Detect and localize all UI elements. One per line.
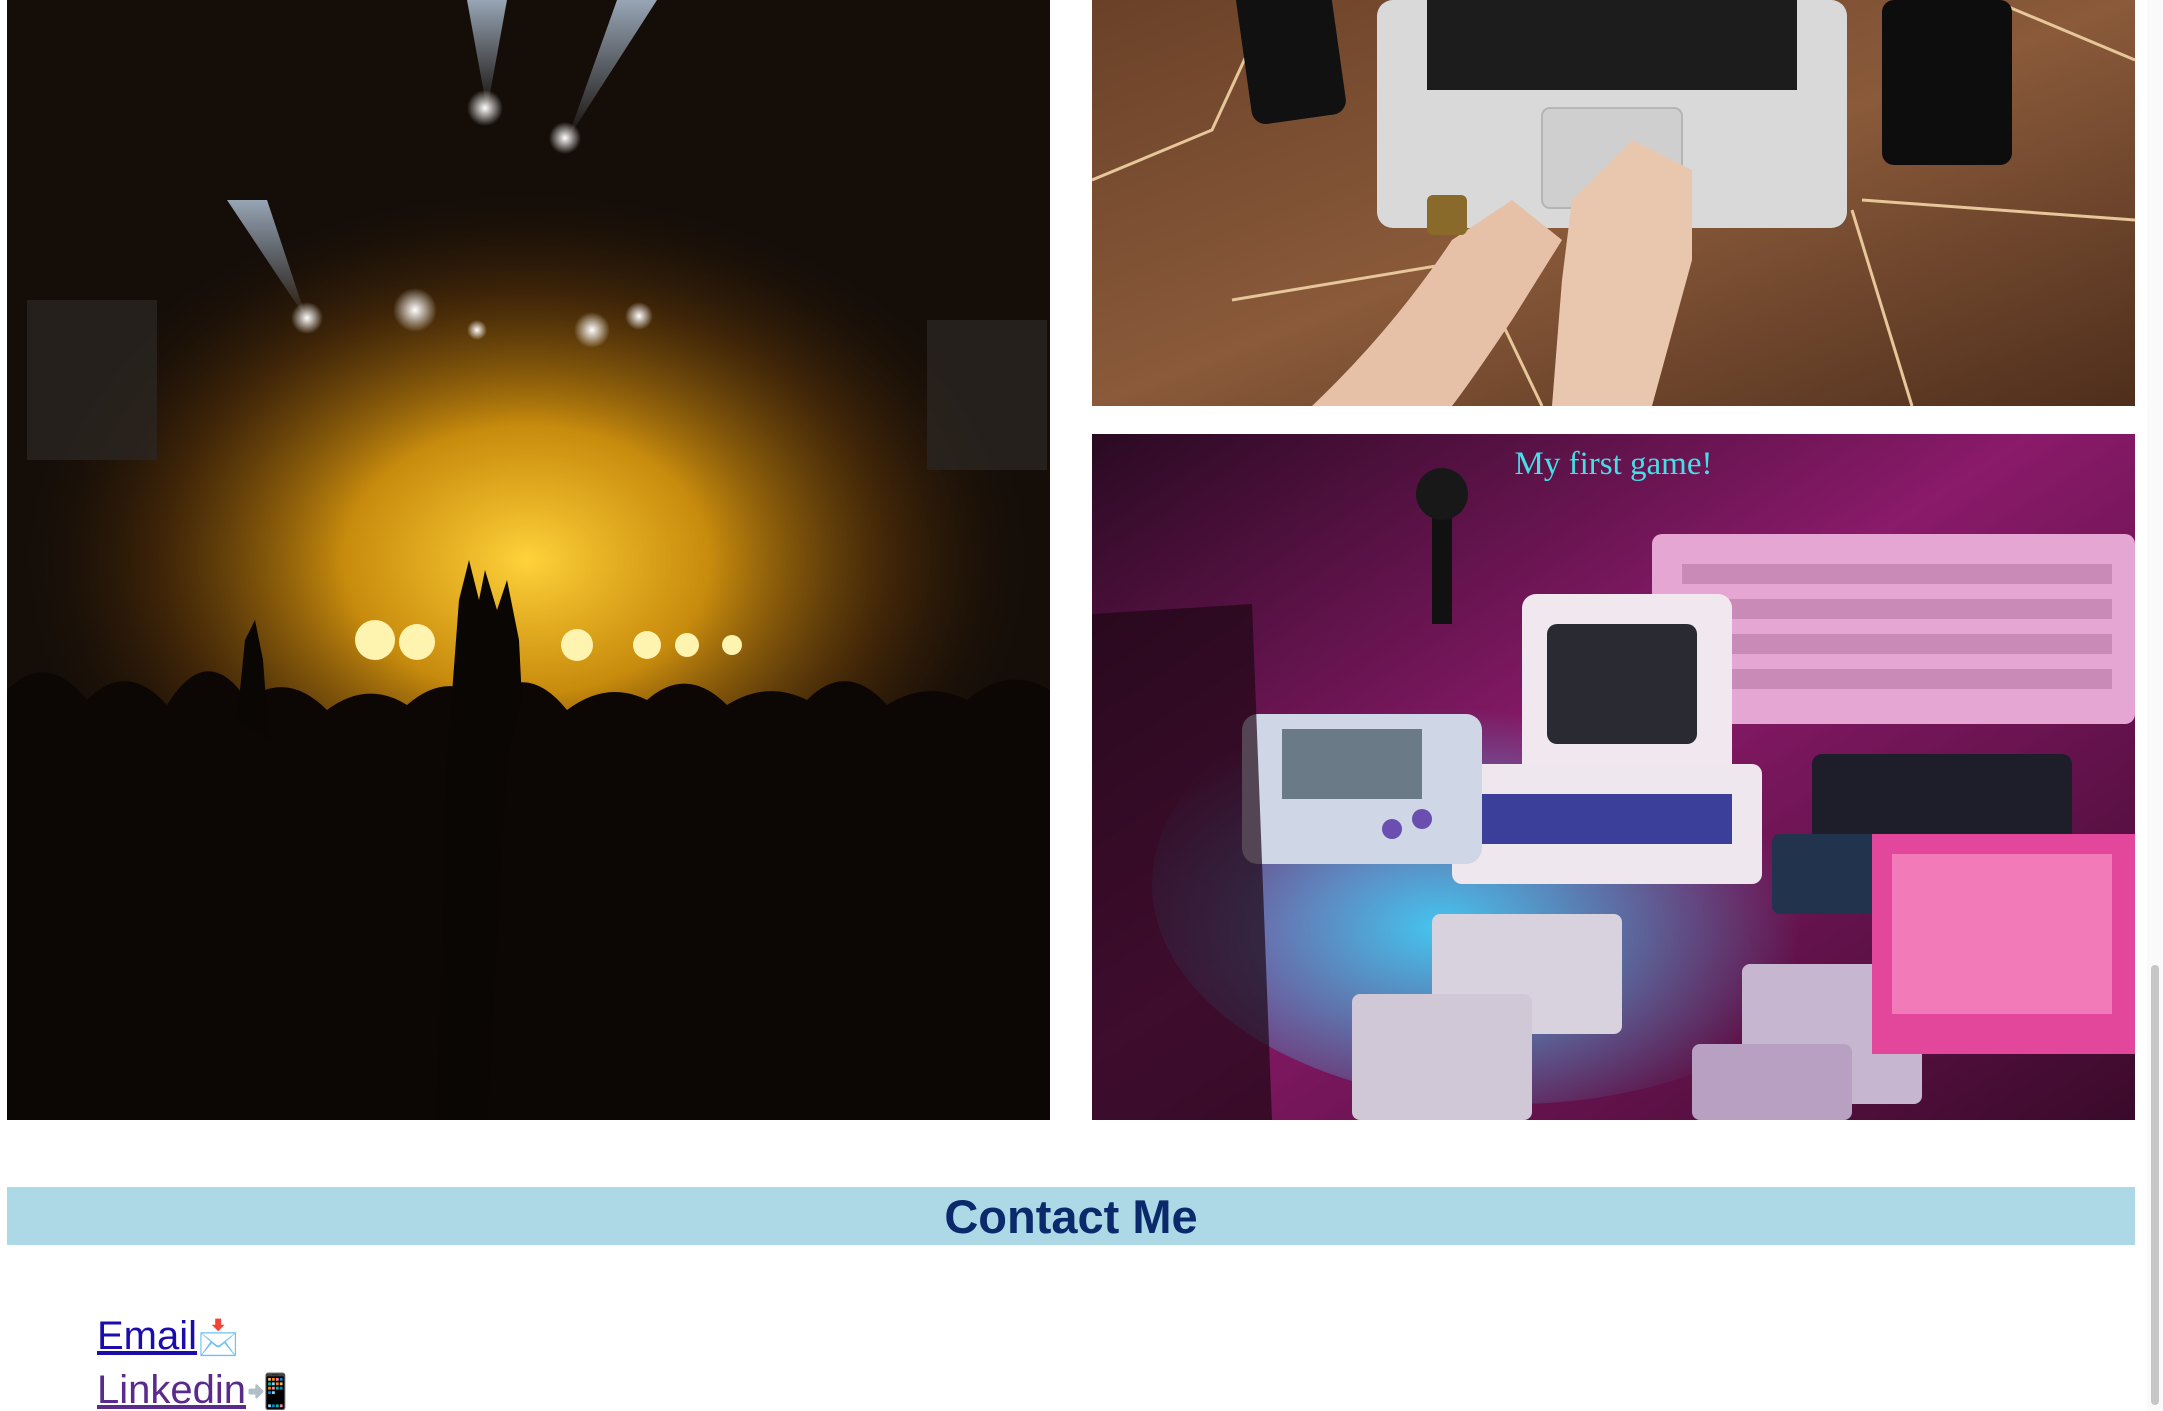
laptop-photo	[1092, 0, 2135, 406]
retro-photo-graphic	[1092, 434, 2135, 1120]
contact-heading: Contact Me	[944, 1189, 1198, 1243]
linkedin-link-label: Linkedin	[97, 1368, 247, 1411]
vertical-scrollbar[interactable]	[2147, 0, 2163, 1411]
laptop-photo-graphic	[1092, 0, 2135, 406]
phone-arrow-icon: 📲	[246, 1372, 289, 1411]
concert-photo	[7, 0, 1050, 1120]
email-link-label: Email	[97, 1314, 198, 1358]
email-link[interactable]: Email📩	[97, 1310, 288, 1364]
contact-links-list: Email📩 Linkedin📲	[97, 1310, 288, 1411]
envelope-icon: 📩	[197, 1318, 240, 1358]
contact-heading-banner: Contact Me	[7, 1187, 2135, 1245]
linkedin-link[interactable]: Linkedin📲	[97, 1364, 288, 1411]
retro-photo-caption: My first game!	[1514, 446, 1713, 482]
retro-computers-photo: My first game!	[1092, 434, 2135, 1120]
page: My first game! Contact Me Email📩 Linkedi…	[0, 0, 2163, 1411]
concert-photo-graphic	[7, 0, 1050, 1120]
scrollbar-thumb[interactable]	[2151, 965, 2159, 1405]
